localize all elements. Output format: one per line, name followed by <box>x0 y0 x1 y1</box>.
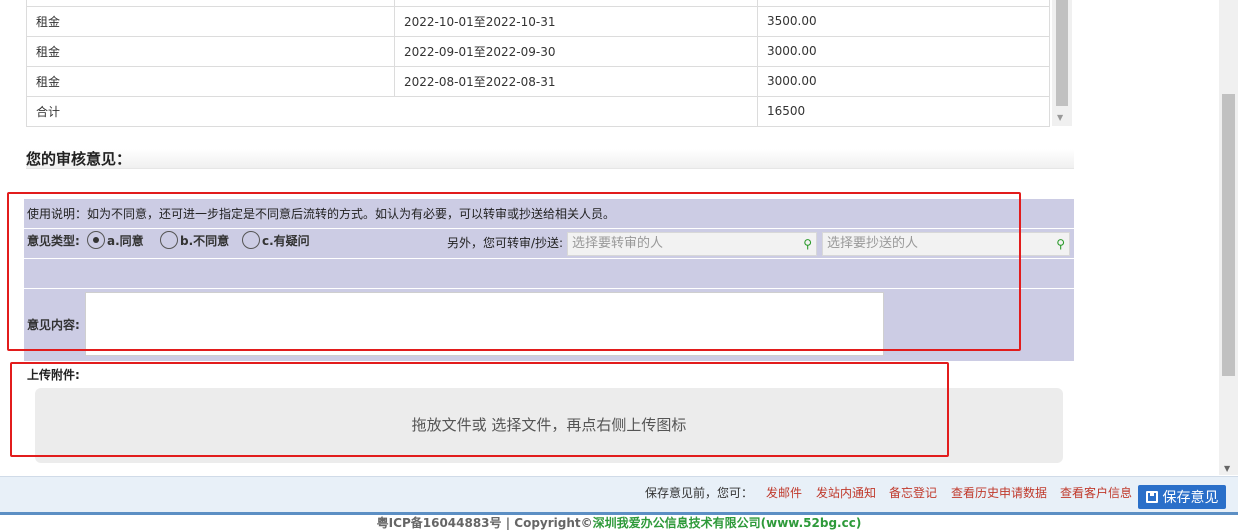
footer-icp: 粤ICP备16044883号 | Copyright© <box>376 516 593 530</box>
review-section-title: 您的审核意见： <box>26 149 1074 169</box>
radio-selected-dot <box>93 237 99 243</box>
action-bar: 保存意见前，您可： 发邮件 发站内通知 备忘登记 查看历史申请数据 查看客户信息… <box>0 476 1238 512</box>
radio-question[interactable]: c.有疑问 <box>242 231 310 249</box>
radio-label[interactable]: b.不同意 <box>180 232 229 249</box>
send-email-link[interactable]: 发邮件 <box>766 484 802 501</box>
content-label: 意见内容: <box>27 318 80 332</box>
forward-picker[interactable]: 选择要转审的人 ⚲ <box>567 232 817 256</box>
radio-label[interactable]: a.同意 <box>107 232 144 249</box>
upload-label: 上传附件: <box>27 368 80 382</box>
table-cell-amount: 3000.00 <box>757 35 1050 67</box>
opinion-type-label: 意见类型: <box>27 234 80 248</box>
table-scrollbar-thumb[interactable] <box>1056 0 1068 106</box>
page-scrollbar[interactable]: ▼ <box>1219 0 1238 475</box>
approval-page: 租金 2022-10-01至2022-10-31 3500.00 租金 2022… <box>0 0 1238 532</box>
table-cell-period: 2022-10-01至2022-10-31 <box>394 5 758 37</box>
table-cell-item: 租金 <box>26 65 395 97</box>
choose-file-link[interactable]: 选择文件 <box>491 416 551 434</box>
customer-info-link[interactable]: 查看客户信息 <box>1060 484 1132 501</box>
search-icon[interactable]: ⚲ <box>803 233 812 255</box>
footer-company-link[interactable]: 深圳我爱办公信息技术有限公司(www.52bg.cc) <box>593 516 862 530</box>
opinion-content-row: 意见内容: <box>24 290 1074 361</box>
total-value: 16500 <box>757 95 1050 127</box>
table-row: 租金 2022-08-01至2022-08-31 3000.00 <box>26 65 1050 97</box>
save-opinion-button[interactable]: 保存意见 <box>1138 485 1226 509</box>
radio-circle[interactable] <box>87 231 105 249</box>
opinion-panel: 使用说明：如为不同意，还可进一步指定是不同意后流转的方式。如认为有必要，可以转审… <box>24 199 1074 361</box>
page-title: 您的审核意见： <box>26 150 132 168</box>
table-cell-period: 2022-08-01至2022-08-31 <box>394 65 758 97</box>
radio-circle[interactable] <box>242 231 260 249</box>
save-disk-icon <box>1145 491 1158 503</box>
save-button-label[interactable]: 保存意见 <box>1163 487 1219 507</box>
table-cell-period: 2022-09-01至2022-09-30 <box>394 35 758 67</box>
usage-note: 使用说明：如为不同意，还可进一步指定是不同意后流转的方式。如认为有必要，可以转审… <box>24 199 1074 229</box>
cc-placeholder: 选择要抄送的人 <box>827 236 919 251</box>
search-icon[interactable]: ⚲ <box>1056 233 1065 255</box>
file-dropzone[interactable]: 拖放文件或 选择文件，再点右侧上传图标 <box>35 388 1063 463</box>
radio-label[interactable]: c.有疑问 <box>262 232 310 249</box>
page-scrollbar-thumb[interactable] <box>1222 94 1235 376</box>
radio-disagree[interactable]: b.不同意 <box>160 231 229 249</box>
table-cell-item: 租金 <box>26 35 395 67</box>
table-scrollbar[interactable]: ▼ <box>1052 0 1072 126</box>
drop-text-pre: 拖放文件或 <box>411 416 492 434</box>
cc-picker[interactable]: 选择要抄送的人 ⚲ <box>822 232 1070 256</box>
forward-placeholder: 选择要转审的人 <box>572 236 664 251</box>
table-cell-amount: 3500.00 <box>757 5 1050 37</box>
radio-circle[interactable] <box>160 231 178 249</box>
memo-link[interactable]: 备忘登记 <box>889 484 937 501</box>
table-cell-item: 租金 <box>26 5 395 37</box>
opinion-textarea[interactable] <box>85 292 884 356</box>
table-cell-amount: 3000.00 <box>757 65 1050 97</box>
table-row: 租金 2022-10-01至2022-10-31 3500.00 <box>26 5 1050 37</box>
table-total-row: 合计 16500 <box>26 95 1050 127</box>
scroll-down-arrow-icon[interactable]: ▼ <box>1224 464 1230 473</box>
table-row: 租金 2022-09-01至2022-09-30 3000.00 <box>26 35 1050 67</box>
total-label: 合计 <box>26 95 758 127</box>
drop-text-post: ，再点右侧上传图标 <box>551 416 687 434</box>
opinion-type-row: 意见类型: a.同意 b.不同意 c.有疑问 另外，您可转审/抄送: 选择要转审… <box>24 230 1074 259</box>
panel-spacer-row <box>24 260 1074 289</box>
scroll-down-arrow-icon[interactable]: ▼ <box>1057 113 1063 122</box>
forward-label: 另外，您可转审/抄送: <box>447 236 564 250</box>
before-save-label: 保存意见前，您可： <box>645 486 754 500</box>
fee-table-wrapper: 租金 2022-10-01至2022-10-31 3500.00 租金 2022… <box>26 0 1050 127</box>
site-notice-link[interactable]: 发站内通知 <box>816 484 876 501</box>
radio-agree[interactable]: a.同意 <box>87 231 144 249</box>
fee-table: 租金 2022-10-01至2022-10-31 3500.00 租金 2022… <box>26 0 1050 127</box>
history-data-link[interactable]: 查看历史申请数据 <box>951 484 1047 501</box>
site-footer: 粤ICP备16044883号 | Copyright©深圳我爱办公信息技术有限公… <box>0 512 1238 532</box>
